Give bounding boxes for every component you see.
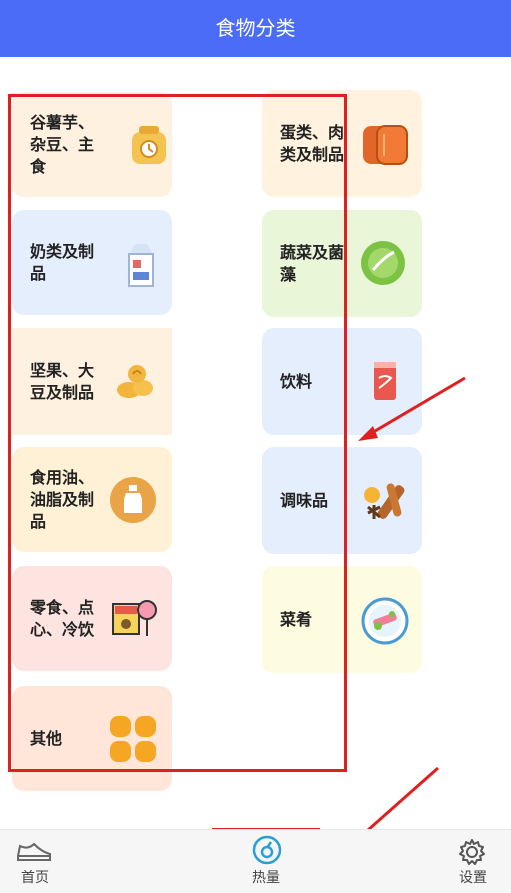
category-others[interactable]: 其他 (12, 686, 172, 791)
category-oils-label: 食用油、油脂及制品 (30, 467, 95, 531)
dish-plate-icon (361, 597, 409, 645)
gear-icon (459, 839, 485, 865)
snacks-icon (112, 600, 157, 636)
scale-icon (252, 835, 282, 865)
category-oils[interactable]: 食用油、油脂及制品 (12, 447, 172, 552)
nav-settings[interactable]: 设置 (440, 830, 506, 893)
nav-calories[interactable]: 热量 (213, 830, 319, 893)
category-nuts-label: 坚果、大豆及制品 (30, 360, 95, 402)
category-dishes[interactable]: 菜肴 (262, 566, 422, 673)
cabbage-icon (361, 241, 405, 285)
milk-carton-icon (128, 244, 154, 287)
category-eggs-meat-label: 蛋类、肉类及制品 (280, 122, 345, 164)
bottom-nav: 首页 热量 设置 (0, 829, 511, 893)
nav-home[interactable]: 首页 (0, 830, 70, 893)
nav-home-label: 首页 (21, 870, 49, 886)
category-vegetables-label: 蔬菜及菌藻 (280, 242, 345, 284)
category-grains[interactable]: 谷薯芋、杂豆、主食 (12, 92, 172, 197)
category-seasoning[interactable]: 调味品 (262, 447, 422, 554)
app-header: 食物分类 (0, 0, 511, 57)
category-snacks[interactable]: 零食、点心、冷饮 (12, 566, 172, 671)
category-dairy-label: 奶类及制品 (30, 241, 95, 283)
nuts-icon (117, 365, 153, 398)
nav-settings-label: 设置 (459, 870, 487, 886)
nav-calories-label: 热量 (252, 870, 280, 886)
category-drinks[interactable]: 饮料 (262, 328, 422, 435)
category-others-label: 其他 (30, 728, 63, 748)
shoe-icon (17, 842, 51, 861)
category-grains-label: 谷薯芋、杂豆、主食 (30, 112, 95, 176)
grain-bag-icon (132, 126, 166, 164)
category-vegetables[interactable]: 蔬菜及菌藻 (262, 210, 422, 317)
four-dots-icon (110, 716, 156, 762)
category-eggs-meat[interactable]: 蛋类、肉类及制品 (262, 90, 422, 197)
category-seasoning-label: 调味品 (280, 490, 329, 510)
category-dishes-label: 菜肴 (280, 609, 313, 629)
spices-icon (364, 483, 405, 519)
category-nuts[interactable]: 坚果、大豆及制品 (12, 328, 172, 435)
category-snacks-label: 零食、点心、冷饮 (30, 597, 95, 639)
category-dairy[interactable]: 奶类及制品 (12, 210, 172, 315)
meat-icon (363, 125, 408, 165)
page-title: 食物分类 (215, 16, 296, 40)
category-drinks-label: 饮料 (280, 371, 313, 391)
cola-can-icon (374, 362, 396, 400)
oil-bottle-icon (110, 477, 156, 523)
